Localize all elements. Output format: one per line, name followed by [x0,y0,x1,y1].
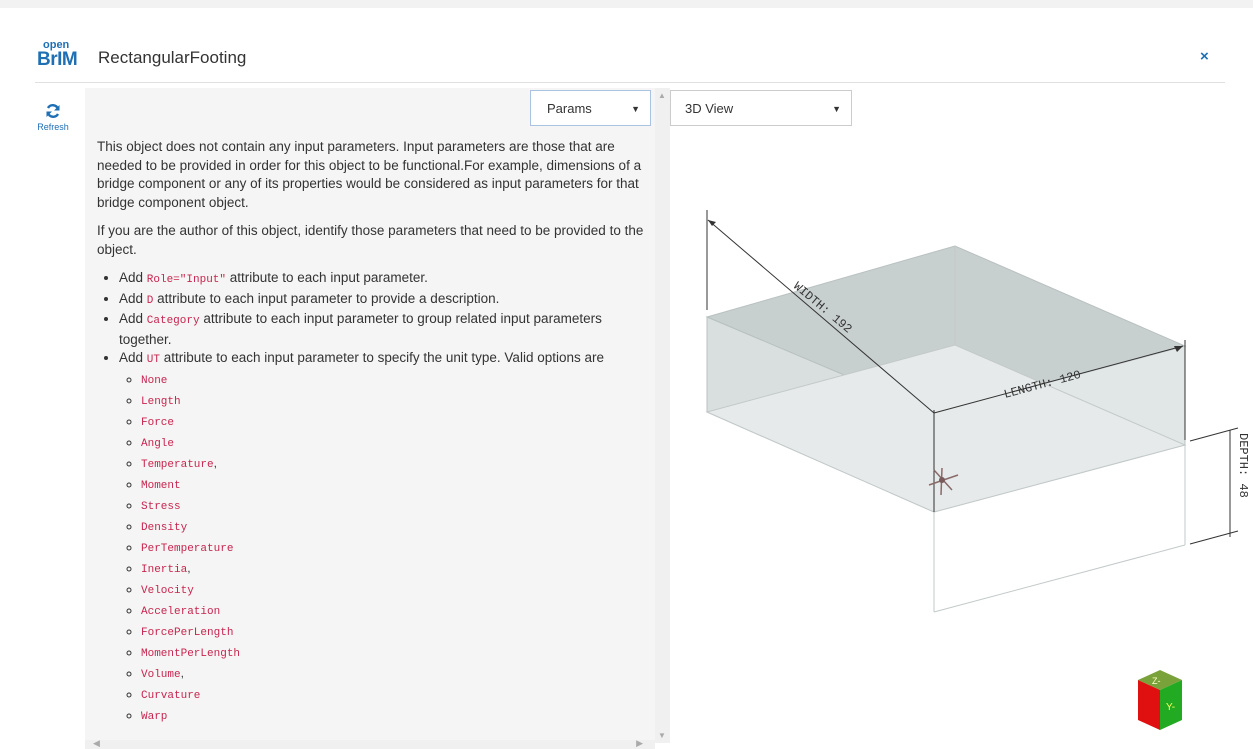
code-token: Category [146,315,200,327]
refresh-button[interactable]: Refresh [35,103,71,132]
unit-type-item: Density [141,517,649,538]
unit-type-list: None Length Force Angle Temperature, Mom… [119,370,649,727]
panel-mode-select[interactable]: Params ▼ [530,90,651,126]
dialog-title: RectangularFooting [98,48,247,67]
scroll-down-icon[interactable]: ▼ [658,731,666,740]
close-button[interactable]: × [1200,48,1209,65]
instruction-item: Add Category attribute to each input par… [119,310,649,349]
scroll-right-icon[interactable]: ▶ [636,738,643,749]
openbrim-logo: open BrIM [37,40,78,80]
view-mode-value: 3D View [685,101,734,116]
caret-down-icon: ▼ [832,104,841,114]
code-token: Role="Input" [146,274,226,286]
unit-type-item: Length [141,391,649,412]
depth-extension-line [1189,427,1239,442]
orientation-cube[interactable]: Z- Y- [1130,668,1190,734]
hidden-edge [933,544,1186,613]
unit-type-item: Stress [141,496,649,517]
dimension-arrow-icon [708,220,716,226]
code-token: UT [146,354,160,366]
unit-type-item: None [141,370,649,391]
unit-type-item: ForcePerLength [141,622,649,643]
unit-type-item: Temperature, [141,454,649,475]
refresh-label: Refresh [37,122,69,132]
depth-extension-line [1189,530,1239,545]
intro-paragraph: This object does not contain any input p… [97,139,642,210]
instruction-item: Add UT attribute to each input parameter… [119,349,649,727]
panel-mode-value: Params [547,101,592,116]
unit-type-item: Velocity [141,580,649,601]
unit-type-item: Angle [141,433,649,454]
instruction-item: Add Role="Input" attribute to each input… [119,269,649,290]
cube-y-label: Y- [1166,702,1175,713]
author-paragraph: If you are the author of this object, id… [97,223,644,257]
logo-bottom-text: BrIM [37,49,78,70]
dialog-header: open BrIM RectangularFooting × [35,8,1225,83]
unit-type-item: Force [141,412,649,433]
unit-type-item: Inertia, [141,559,649,580]
unit-type-item: Acceleration [141,601,649,622]
unit-type-item: Warp [141,706,649,727]
3d-viewport[interactable]: WIDTH: 192 LENGTH: 120 DEPTH: 48 [660,200,1253,620]
scroll-up-icon[interactable]: ▲ [658,91,666,100]
depth-dimension-label: DEPTH: 48 [1236,433,1250,498]
instruction-item: Add D attribute to each input parameter … [119,290,649,311]
cube-z-label: Z- [1152,676,1161,686]
instruction-list: Add Role="Input" attribute to each input… [97,269,649,727]
unit-type-item: Volume, [141,664,649,685]
scroll-left-icon[interactable]: ◀ [93,738,100,749]
unit-type-item: Moment [141,475,649,496]
refresh-icon [46,104,60,118]
top-strip [0,0,1253,8]
view-mode-select[interactable]: 3D View ▼ [670,90,852,126]
params-help-content: This object does not contain any input p… [97,138,649,727]
unit-type-item: Curvature [141,685,649,706]
origin-marker [939,477,945,483]
unit-type-item: MomentPerLength [141,643,649,664]
params-horizontal-scrollbar[interactable]: ◀ ▶ [85,738,655,749]
unit-type-item: PerTemperature [141,538,649,559]
caret-down-icon: ▼ [631,104,640,114]
